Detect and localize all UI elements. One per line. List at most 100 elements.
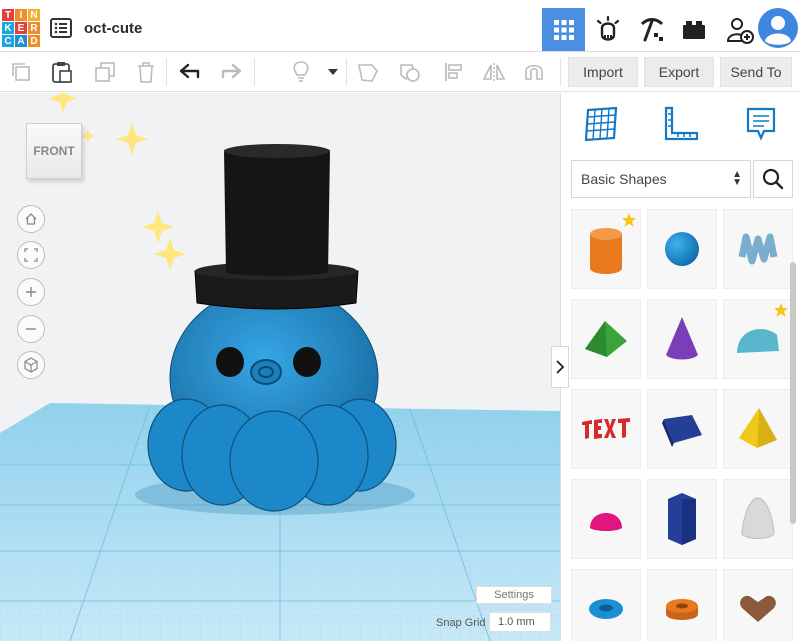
design-title[interactable]: oct-cute (84, 20, 142, 37)
minus-icon (26, 328, 36, 330)
shape-tube[interactable] (647, 569, 717, 641)
pyramid-shape-icon (739, 408, 777, 448)
design-list-icon[interactable] (50, 18, 72, 38)
shape-round-roof[interactable] (723, 299, 793, 379)
plus-icon (26, 287, 36, 297)
roof-shape-icon (585, 321, 627, 357)
send-to-button[interactable]: Send To (720, 57, 792, 87)
cylinder-shape-icon (590, 228, 622, 274)
caret-down-icon (328, 69, 338, 75)
search-shapes-button[interactable] (753, 160, 793, 198)
align-icon (445, 63, 462, 81)
home-view-button[interactable] (17, 205, 45, 233)
zoom-in-button[interactable] (17, 278, 45, 306)
shape-scribble[interactable] (723, 209, 793, 289)
scribble-shape-icon (738, 233, 778, 265)
3d-view-grid-icon (553, 19, 574, 40)
export-button[interactable]: Export (644, 57, 714, 87)
notes-tool-button[interactable] (739, 103, 783, 145)
3d-scene[interactable] (0, 93, 560, 641)
octopus-model[interactable] (147, 144, 397, 512)
user-avatar-button[interactable] (756, 6, 800, 50)
settings-button[interactable]: Settings (476, 586, 552, 604)
tube-shape-icon (666, 599, 698, 620)
logo-letter: I (15, 9, 27, 21)
logo-letter: R (28, 22, 40, 34)
group-button[interactable] (353, 58, 383, 86)
show-dropdown-button[interactable] (318, 58, 348, 86)
bricks-button[interactable] (672, 8, 715, 51)
ungroup-icon (400, 64, 420, 82)
chevron-right-icon (556, 360, 564, 374)
toolbar-separator (166, 58, 167, 86)
shape-torus[interactable] (571, 569, 641, 641)
fit-view-button[interactable] (17, 241, 45, 269)
mirror-icon (482, 63, 506, 81)
shape-sphere[interactable] (647, 209, 717, 289)
fit-to-view-icon (24, 248, 38, 262)
redo-arrow-icon (221, 63, 242, 79)
shape-polygon[interactable] (647, 479, 717, 559)
workplane-viewport[interactable]: FRONT Settings Snap Grid 1.0 mm (0, 93, 560, 641)
copy-icon (12, 63, 30, 81)
circuits-button[interactable] (586, 8, 629, 51)
snap-grid-label: Snap Grid (436, 617, 486, 629)
star-icon (622, 213, 636, 227)
toolbar-separator (254, 58, 255, 86)
workplane-icon (584, 106, 618, 142)
shape-cylinder[interactable] (571, 209, 641, 289)
shape-cone[interactable] (647, 299, 717, 379)
select-caret-icon: ▲ ▼ (732, 169, 742, 188)
top-bar: TIN KER CAD oct-cute (0, 0, 800, 52)
logo-letter: E (15, 22, 27, 34)
torus-shape-icon (589, 599, 623, 619)
delete-button[interactable] (131, 58, 161, 86)
undo-arrow-icon (179, 63, 200, 79)
lightbulb-icon (293, 61, 309, 82)
cone-shape-icon (666, 317, 698, 360)
shape-roof[interactable] (571, 299, 641, 379)
shape-paraboloid[interactable] (723, 479, 793, 559)
copy-button[interactable] (6, 58, 36, 86)
codeblocks-pickaxe-icon (640, 17, 663, 41)
perspective-button[interactable] (17, 351, 45, 379)
search-icon (762, 168, 784, 190)
show-all-button[interactable] (286, 58, 316, 86)
panel-collapse-toggle[interactable] (551, 346, 569, 388)
3d-view-button[interactable] (542, 8, 585, 51)
shape-box[interactable] (647, 389, 717, 469)
cruise-button[interactable] (519, 58, 549, 86)
undo-button[interactable] (175, 58, 205, 86)
shapes-panel: Basic Shapes ▲ ▼ (560, 93, 800, 641)
shape-text[interactable] (571, 389, 641, 469)
ruler-icon (664, 106, 699, 141)
ruler-tool-button[interactable] (659, 103, 703, 145)
shape-half-sphere[interactable] (571, 479, 641, 559)
heart-shape-icon (740, 595, 776, 622)
zoom-out-button[interactable] (17, 315, 45, 343)
tinkercad-logo[interactable]: TIN KER CAD (2, 9, 40, 47)
cube-icon (24, 357, 38, 373)
snap-grid-select[interactable]: 1.0 mm (489, 612, 551, 632)
shapes-scrollbar[interactable] (790, 262, 796, 524)
shape-category-select[interactable]: Basic Shapes ▲ ▼ (571, 160, 751, 198)
redo-button[interactable] (216, 58, 246, 86)
toolbar-separator (346, 58, 347, 86)
align-button[interactable] (439, 58, 469, 86)
workplane-tool-button[interactable] (579, 103, 623, 145)
shape-heart[interactable] (723, 569, 793, 641)
view-cube[interactable]: FRONT (26, 123, 82, 179)
import-button[interactable]: Import (568, 57, 638, 87)
half-sphere-shape-icon (590, 513, 622, 531)
shape-pyramid[interactable] (723, 389, 793, 469)
paste-button[interactable] (47, 58, 77, 86)
duplicate-button[interactable] (90, 58, 120, 86)
paraboloid-shape-icon (741, 497, 775, 539)
codeblocks-button[interactable] (630, 8, 673, 51)
edit-toolbar: Import Export Send To (0, 52, 800, 92)
ungroup-button[interactable] (395, 58, 425, 86)
mirror-button[interactable] (479, 58, 509, 86)
group-icon (358, 64, 378, 82)
invite-user-button[interactable] (718, 8, 761, 51)
logo-letter: D (28, 35, 40, 47)
